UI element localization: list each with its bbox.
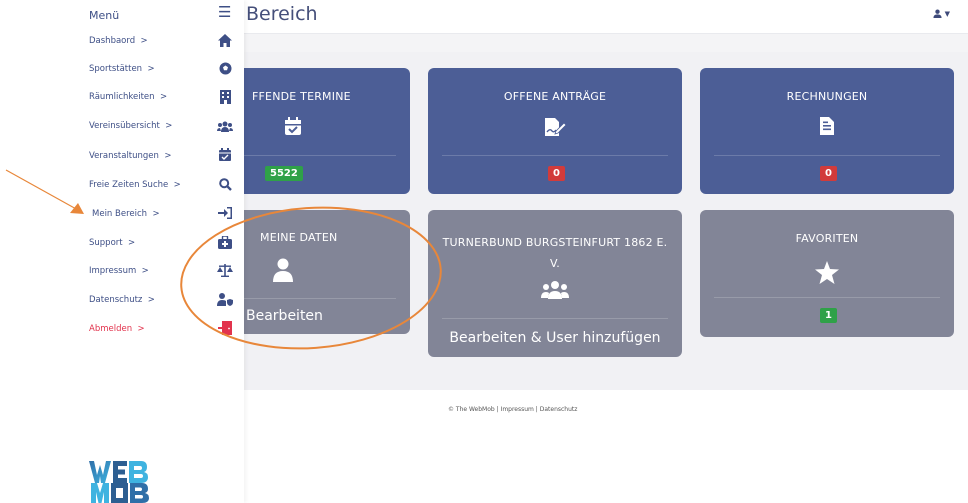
sidebar-item-label: Datenschutz (89, 295, 143, 305)
sidebar-item-datenschutz[interactable]: Datenschutz > (89, 295, 155, 305)
star-icon (815, 261, 839, 284)
card-favorites[interactable]: FAVORITEN 1 (700, 210, 954, 337)
sidebar-item-impressum[interactable]: Impressum > (89, 266, 149, 276)
divider (240, 155, 396, 156)
chevron-right-icon: > (147, 295, 155, 305)
sidebar-item-label: Freie Zeiten Suche (89, 180, 169, 190)
webmob-logo (89, 461, 149, 503)
edit-link[interactable]: Bearbeiten (246, 308, 323, 324)
sign-in-icon[interactable] (217, 205, 233, 221)
divider (240, 298, 396, 299)
sidebar-item-vereinsuebersicht[interactable]: Vereinsübersicht > (89, 121, 172, 131)
chevron-down-icon: ▼ (944, 9, 950, 18)
sidebar-item-label: Support (89, 238, 123, 248)
card-title: MEINE DATEN (260, 231, 338, 244)
sidebar-item-dashboard[interactable]: Dashbaord > (89, 36, 148, 46)
chevron-right-icon: > (152, 209, 160, 219)
building-icon[interactable] (217, 89, 233, 105)
card-title: FAVORITEN (795, 232, 859, 245)
page-title: Bereich (246, 3, 318, 25)
sidebar-item-label: Vereinsübersicht (89, 121, 160, 131)
user-icon (273, 258, 293, 282)
user-icon (933, 9, 942, 18)
sidebar-item-label: Sportstätten (89, 64, 143, 74)
users-icon (541, 281, 569, 299)
sidebar-item-label: Dashbaord (89, 36, 136, 46)
sidebar-item-label: Veranstaltungen (89, 151, 159, 161)
club-name-line2: V. (549, 257, 560, 270)
menu-heading: Menü (89, 9, 120, 22)
scale-icon[interactable] (217, 262, 233, 278)
soccer-ball-icon[interactable] (217, 60, 233, 76)
card-title: FFENDE TERMINE (252, 90, 351, 103)
card-my-data[interactable]: MEINE DATEN Bearbeiten (226, 210, 410, 334)
count-badge: 5522 (265, 166, 303, 181)
card-invoices[interactable]: RECHNUNGEN 0 (700, 68, 954, 194)
door-exit-icon[interactable] (217, 320, 233, 336)
search-icon[interactable] (217, 176, 233, 192)
sidebar-item-support[interactable]: Support > (89, 238, 135, 248)
sidebar-item-mein-bereich[interactable]: Mein Bereich > (92, 209, 160, 219)
calendar-check-icon (285, 117, 301, 135)
sidebar-item-sportstaetten[interactable]: Sportstätten > (89, 64, 155, 74)
divider (714, 155, 940, 156)
footer-text: © The WebMob | Impressum | Datenschutz (448, 406, 578, 413)
sidebar-item-label: Mein Bereich (92, 209, 148, 219)
chevron-right-icon: > (141, 266, 149, 276)
divider (442, 155, 668, 156)
chevron-right-icon: > (159, 92, 168, 102)
chevron-right-icon: > (165, 121, 173, 131)
divider (442, 318, 668, 319)
count-badge: 1 (820, 308, 837, 323)
sidebar-item-label: Abmelden (89, 324, 133, 334)
card-open-appointments[interactable]: FFENDE TERMINE 5522 (226, 68, 410, 194)
sidebar-item-freie-zeiten-suche[interactable]: Freie Zeiten Suche > (89, 180, 181, 190)
chevron-right-icon: > (173, 180, 181, 190)
count-badge: 0 (548, 166, 565, 181)
chevron-right-icon: > (164, 151, 172, 161)
invoice-icon (820, 117, 834, 135)
chevron-right-icon: > (137, 324, 145, 334)
sidebar-item-raeumlichkeiten[interactable]: Räumlichkeiten > (89, 92, 167, 102)
sidebar: Menü ☰ Dashbaord > Sportstätten > Räumli… (0, 0, 244, 503)
divider (714, 297, 940, 298)
user-menu-button[interactable]: ▼ (933, 9, 950, 18)
home-icon[interactable] (217, 32, 233, 48)
card-club[interactable]: TURNERBUND BURGSTEINFURT 1862 E. V. Bear… (428, 210, 682, 357)
hamburger-menu-icon[interactable]: ☰ (218, 5, 231, 20)
file-signature-icon (545, 118, 566, 136)
club-name-line1: TURNERBUND BURGSTEINFURT 1862 E. (442, 236, 668, 249)
page: Bereich ▼ FFENDE TERMINE 5522 OFFENE ANT… (0, 0, 968, 503)
first-aid-icon[interactable] (217, 234, 233, 250)
calendar-icon[interactable] (217, 146, 233, 162)
user-shield-icon[interactable] (217, 291, 233, 307)
edit-and-add-users-link[interactable]: Bearbeiten & User hinzufügen (428, 330, 682, 346)
card-title: RECHNUNGEN (786, 90, 868, 103)
chevron-right-icon: > (140, 36, 148, 46)
card-open-requests[interactable]: OFFENE ANTRÄGE 0 (428, 68, 682, 194)
chevron-right-icon: > (147, 64, 155, 74)
sidebar-item-veranstaltungen[interactable]: Veranstaltungen > (89, 151, 171, 161)
sidebar-item-label: Räumlichkeiten (89, 92, 155, 102)
sidebar-item-label: Impressum (89, 266, 137, 276)
chevron-right-icon: > (128, 238, 136, 248)
sidebar-item-abmelden[interactable]: Abmelden > (89, 324, 145, 334)
count-badge: 0 (820, 166, 837, 181)
card-title: OFFENE ANTRÄGE (503, 90, 607, 103)
card-title: TURNERBUND BURGSTEINFURT 1862 E. V. (428, 232, 682, 274)
users-icon[interactable] (217, 118, 233, 134)
